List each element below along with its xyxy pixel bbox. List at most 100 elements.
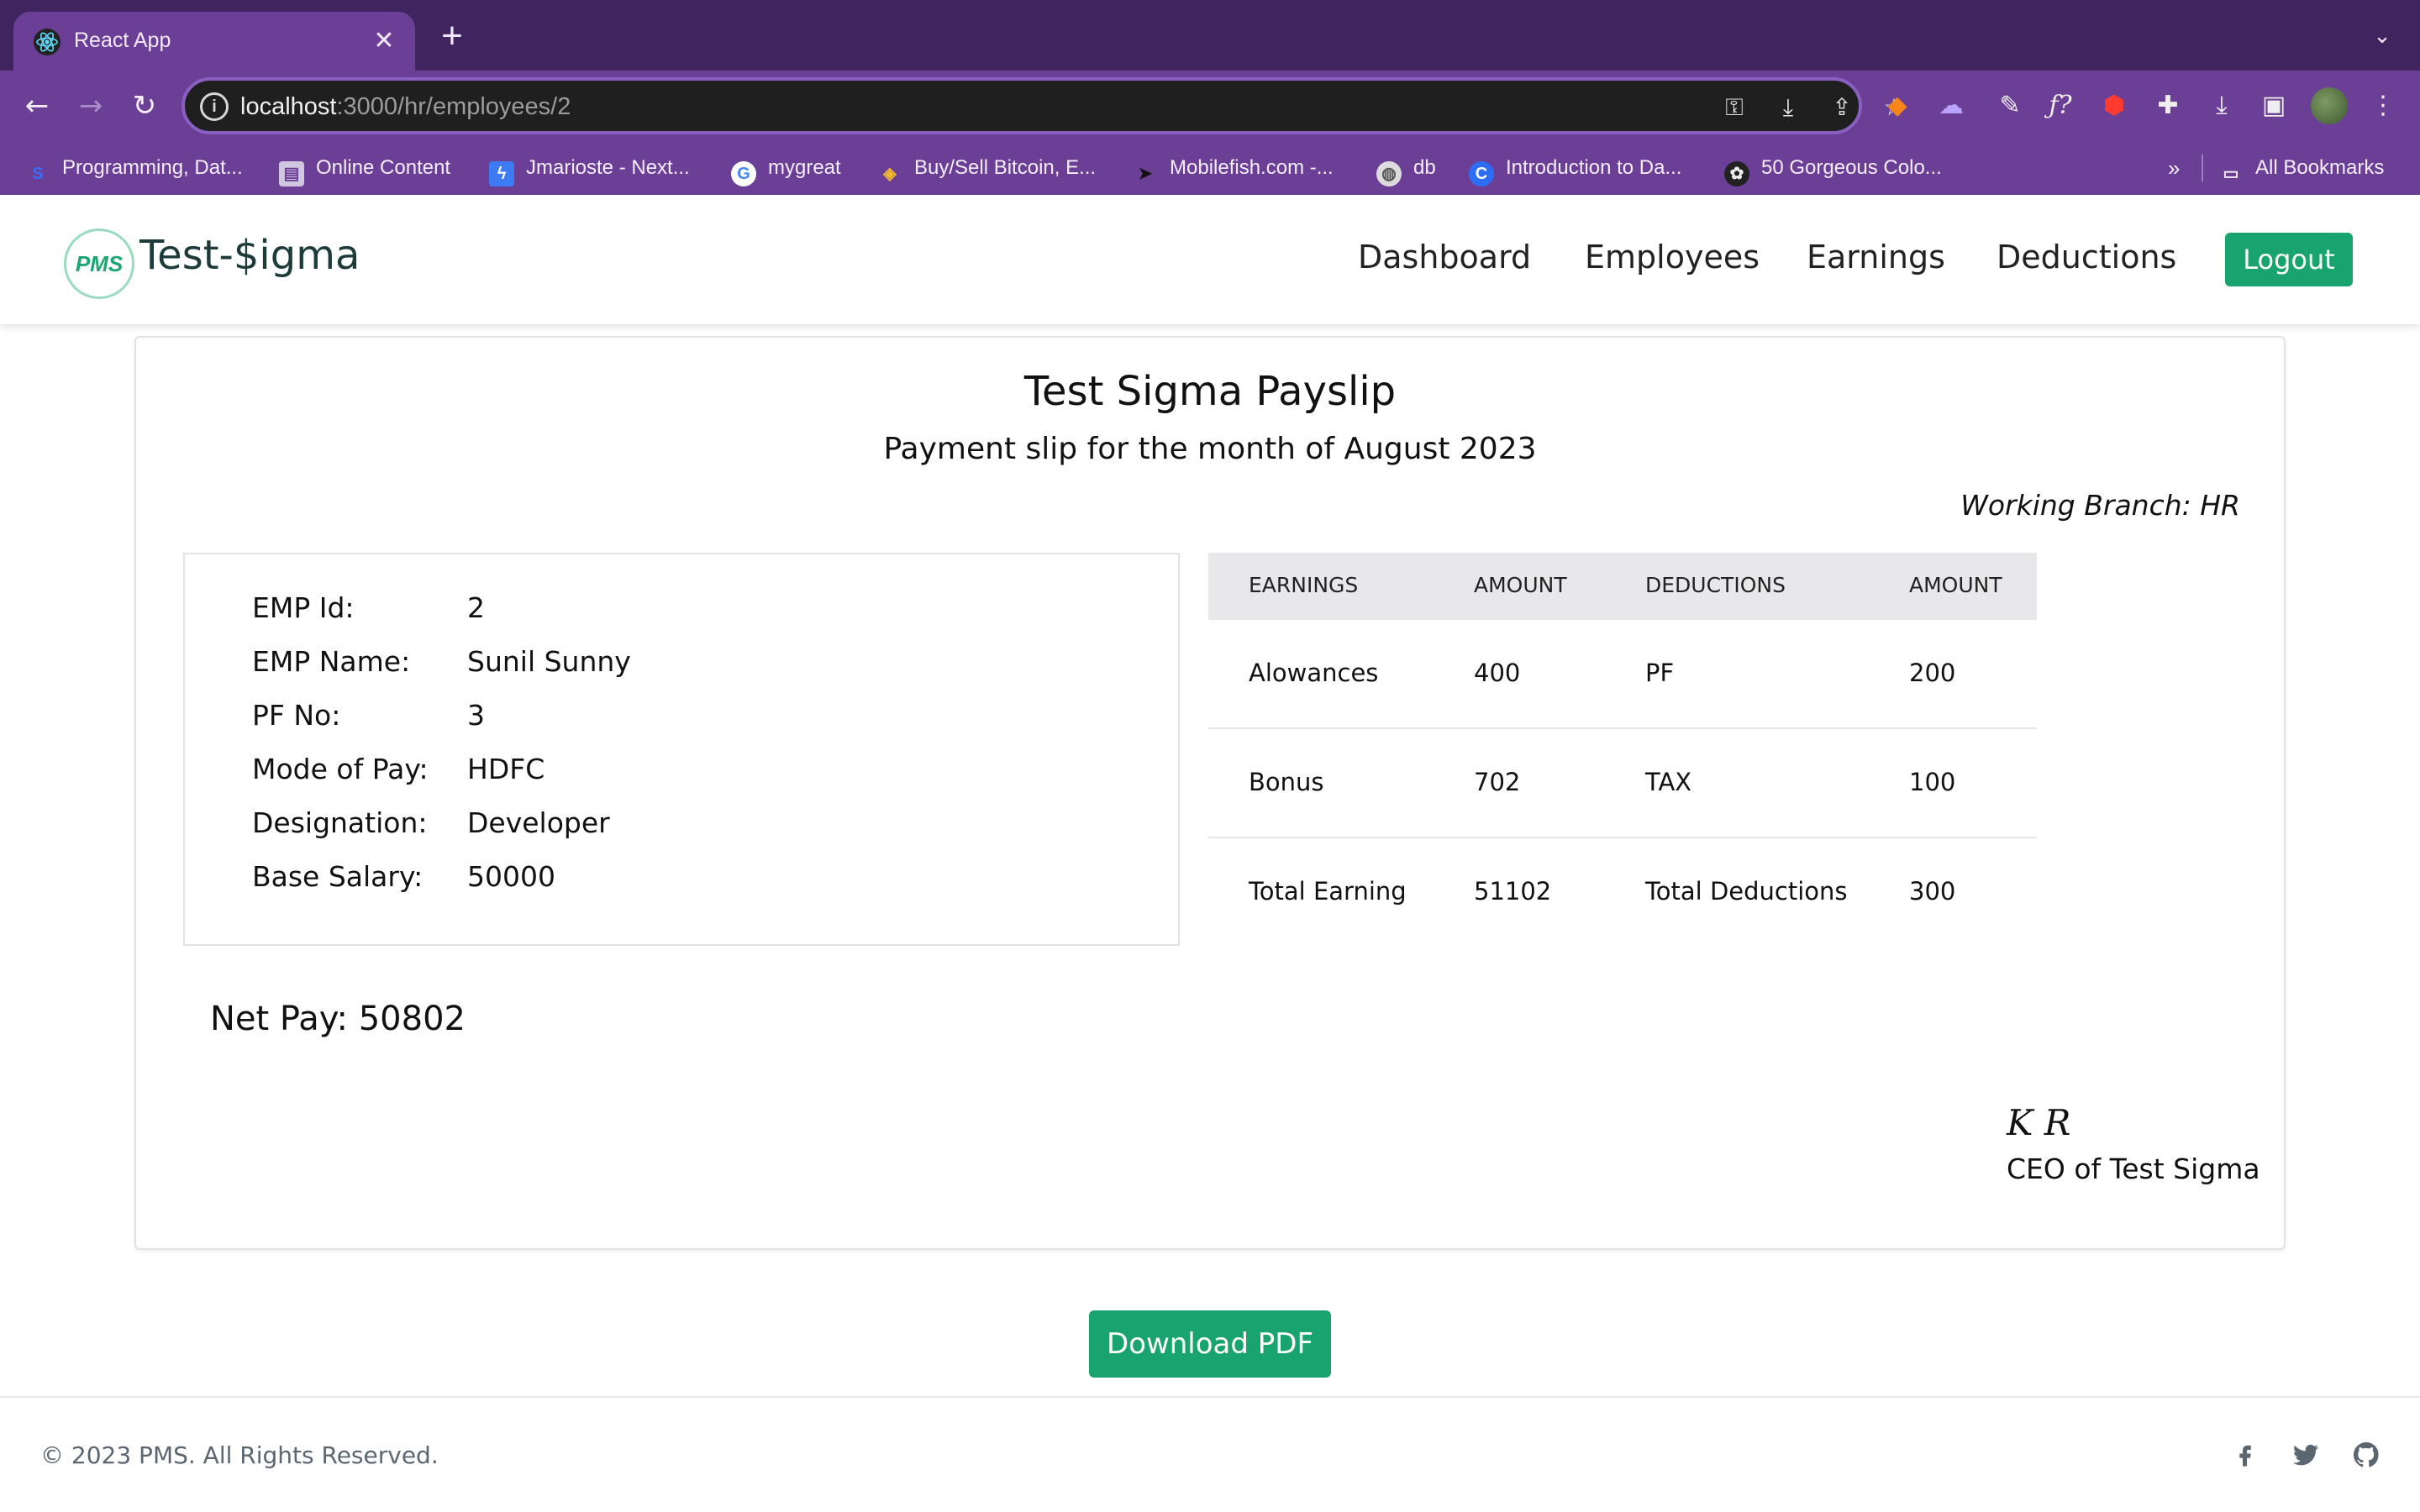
- password-key-icon[interactable]: ⚿: [1719, 92, 1749, 123]
- employee-field-label: Designation:: [252, 806, 428, 839]
- table-cell: Total Deductions: [1645, 877, 1848, 906]
- table-row: Alowances 400 PF 200: [1208, 620, 2037, 729]
- table-cell: 702: [1474, 768, 1521, 796]
- signature-initials: K R: [2007, 1102, 2071, 1143]
- install-app-icon[interactable]: ⤓: [1773, 92, 1803, 123]
- nav-employees[interactable]: Employees: [1585, 239, 1760, 276]
- address-url[interactable]: localhost:3000/hr/employees/2: [240, 92, 571, 121]
- payslip-card: Test Sigma Payslip Payment slip for the …: [134, 336, 2286, 1250]
- google-icon: G: [731, 161, 756, 186]
- employee-field-value: 50000: [467, 860, 555, 893]
- bookmark-item[interactable]: ◍ db: [1376, 153, 1436, 186]
- employee-field-value: 2: [467, 591, 485, 624]
- browser-menu-icon[interactable]: ⋮: [2366, 89, 2400, 123]
- column-header: AMOUNT: [1474, 573, 1567, 597]
- download-pdf-button[interactable]: Download PDF: [1089, 1310, 1331, 1378]
- table-row: Bonus 702 TAX 100: [1208, 729, 2037, 838]
- bookmarks-bar: S Programming, Dat... ▤ Online Content ϟ Jm…: [0, 141, 2420, 195]
- metamask-extension-icon[interactable]: ◆: [1881, 89, 1914, 123]
- footer: © 2023 PMS. All Rights Reserved.: [0, 1396, 2420, 1512]
- binance-icon: ◈: [883, 165, 897, 183]
- bolt-icon: ϟ: [489, 161, 514, 186]
- table-cell: 300: [1909, 877, 1956, 906]
- bookmark-item[interactable]: ▤ Online Content: [279, 153, 450, 186]
- nav-earnings[interactable]: Earnings: [1807, 239, 1945, 276]
- bookmark-item[interactable]: ◈ Buy/Sell Bitcoin, E...: [877, 153, 1096, 183]
- table-cell: TAX: [1645, 768, 1692, 796]
- employee-field-label: Base Salary:: [252, 860, 424, 893]
- extensions-puzzle-icon[interactable]: ✚: [2151, 89, 2185, 123]
- new-tab-icon[interactable]: +: [435, 18, 469, 55]
- font-extension-icon[interactable]: ƒ?: [2044, 89, 2077, 123]
- employee-field-value: Developer: [467, 806, 610, 839]
- twitter-icon[interactable]: [2289, 1440, 2323, 1473]
- table-cell: 100: [1909, 768, 1956, 796]
- share-icon[interactable]: ⇪: [1827, 92, 1857, 123]
- github-icon[interactable]: [2349, 1440, 2383, 1473]
- copyright-text: © 2023 PMS. All Rights Reserved.: [40, 1441, 439, 1469]
- bookmark-item[interactable]: Gmygreat: [731, 153, 841, 186]
- employee-field-label: EMP Name:: [252, 645, 411, 678]
- profile-avatar[interactable]: [2311, 87, 2348, 124]
- net-pay: Net Pay: 50802: [210, 1000, 466, 1038]
- brand-logo[interactable]: PMS: [64, 228, 134, 299]
- column-header: EARNINGS: [1249, 573, 1359, 597]
- bookmark-item[interactable]: ➤ Mobilefish.com -...: [1133, 153, 1334, 183]
- employee-field-label: Mode of Pay:: [252, 753, 429, 785]
- column-header: DEDUCTIONS: [1645, 573, 1786, 597]
- forward-icon[interactable]: →: [71, 86, 111, 126]
- ghost-extension-icon[interactable]: ☁: [1934, 89, 1968, 123]
- bookmark-item[interactable]: ϟ Jmarioste - Next...: [489, 153, 690, 186]
- browser-tab[interactable]: React App ✕: [13, 12, 415, 71]
- nav-dashboard[interactable]: Dashboard: [1358, 239, 1531, 276]
- bookmarks-divider: [2202, 155, 2203, 181]
- browser-toolbar: ← → ↻ i localhost:3000/hr/employees/2 ⚿ …: [0, 71, 2420, 141]
- back-icon[interactable]: ←: [17, 86, 57, 126]
- table-row: Total Earning 51102 Total Deductions 300: [1208, 838, 2037, 948]
- employee-field-value: HDFC: [467, 753, 545, 785]
- all-bookmarks[interactable]: ▭ All Bookmarks: [2218, 153, 2385, 183]
- tab-search-chevron-icon[interactable]: ⌄: [2370, 24, 2395, 49]
- bookmark-item[interactable]: C Introduction to Da...: [1469, 153, 1681, 186]
- folder-icon: ▭: [2223, 165, 2239, 183]
- s-icon: S: [32, 165, 44, 183]
- react-icon: [34, 29, 60, 55]
- side-panel-icon[interactable]: ▣: [2257, 89, 2291, 123]
- eyedropper-extension-icon[interactable]: ✎: [1993, 89, 2027, 123]
- site-info-icon[interactable]: i: [200, 92, 229, 121]
- tab-title: React App: [74, 29, 171, 52]
- facebook-icon[interactable]: [2228, 1440, 2262, 1473]
- app-navbar: PMS Test-$igma Dashboard Employees Earni…: [0, 195, 2420, 324]
- table-cell: 51102: [1474, 877, 1552, 906]
- adblock-extension-icon[interactable]: ⬢: [2097, 89, 2131, 123]
- payslip-title: Test Sigma Payslip: [1023, 368, 1397, 415]
- table-cell: 400: [1474, 659, 1521, 687]
- employee-details: EMP Id: 2 EMP Name: Sunil Sunny PF No: 3 Mo…: [183, 553, 1180, 946]
- bookmark-item[interactable]: ✿ 50 Gorgeous Colo...: [1724, 153, 1942, 186]
- employee-field-label: PF No:: [252, 699, 341, 732]
- globe-icon: ◍: [1376, 161, 1402, 186]
- browser-tabstrip: React App ✕ + ⌄: [0, 0, 2420, 71]
- tab-close-icon[interactable]: ✕: [368, 25, 400, 57]
- reload-icon[interactable]: ↻: [124, 86, 165, 126]
- bookmarks-overflow-icon[interactable]: »: [2168, 153, 2180, 183]
- logout-button[interactable]: Logout: [2225, 233, 2353, 286]
- employee-field-label: EMP Id:: [252, 591, 355, 624]
- employee-field-value: Sunil Sunny: [467, 645, 631, 678]
- payslip-subtitle: Payment slip for the month of August 202…: [883, 432, 1537, 466]
- c-icon: C: [1469, 161, 1494, 186]
- employee-field-value: 3: [467, 699, 485, 732]
- table-cell: Total Earning: [1249, 877, 1407, 906]
- address-bar[interactable]: i localhost:3000/hr/employees/2 ⚿ ⤓ ⇪ ☆: [182, 77, 1905, 134]
- salary-table-header: EARNINGS AMOUNT DEDUCTIONS AMOUNT: [1208, 553, 2037, 620]
- signature-title: CEO of Test Sigma: [2007, 1152, 2260, 1185]
- table-cell: 200: [1909, 659, 1956, 687]
- nav-deductions[interactable]: Deductions: [1996, 239, 2176, 276]
- downloads-icon[interactable]: ⤓: [2205, 89, 2238, 123]
- bookmark-item[interactable]: S Programming, Dat...: [25, 153, 242, 183]
- fish-icon: ➤: [1138, 165, 1153, 183]
- working-branch: Working Branch: HR: [1960, 489, 2240, 522]
- column-header: AMOUNT: [1909, 573, 2002, 597]
- table-cell: Alowances: [1249, 659, 1379, 687]
- brand-name[interactable]: Test-$igma: [139, 232, 360, 279]
